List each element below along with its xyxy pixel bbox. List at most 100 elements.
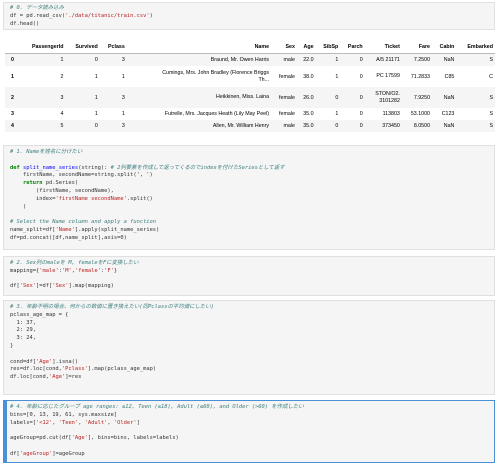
table-cell: 1	[94, 111, 98, 117]
comment: # 3. 年齢不明の場合、何からの数値に置き換えたい(同Pclassの平均値にし…	[10, 304, 214, 310]
dataframe-table: PassengerId Survived Pclass Name Sex Age SibSp…	[5, 40, 495, 132]
code-text: pclass_age_map = {	[10, 311, 69, 318]
table-cell: 0	[5, 53, 20, 66]
code-text: mapping={	[10, 267, 40, 274]
code-cell-0[interactable]: # 0. データ読み込み df = pd.read_csv('./data/ti…	[3, 2, 495, 30]
code-text: }	[10, 342, 14, 349]
column-header: Embarked	[456, 40, 495, 54]
code-text: ]=df[	[35, 283, 53, 290]
column-header: Ticket	[364, 40, 402, 54]
column-header: Name	[126, 40, 272, 54]
code-text: firstName, secondName=string.split(', ')	[10, 172, 153, 179]
cell-line: PC 17599	[376, 73, 400, 80]
ticket-cell: PC 17599	[365, 66, 402, 87]
function-name: split_name_series	[23, 164, 79, 171]
code-text: pd.Series(	[42, 180, 79, 187]
string: 'Age'	[71, 435, 88, 442]
column-header: Age	[296, 40, 316, 54]
table-cell: 5	[19, 120, 66, 132]
column-header: SibSp	[315, 40, 341, 54]
code-text: ].map(pclass_age_map)	[87, 366, 157, 373]
table-cell: 0	[315, 120, 341, 132]
comment: # 0. データ読み込み	[10, 5, 64, 11]
string: 'Pclass'	[61, 366, 88, 373]
code-text: ], bins=bins, labels=labels)	[87, 435, 179, 442]
comment: # 2列要素を作成して返ってくるのでindexを付けたSeriesとして返す	[110, 164, 285, 171]
table-cell: S	[456, 53, 495, 66]
table-cell: 1	[65, 87, 100, 108]
string: 'Age'	[35, 358, 53, 365]
code-text: df.loc[cond,	[10, 374, 49, 381]
ticket-cell: STON/O2. 3101282	[364, 87, 402, 108]
table-cell: 1	[315, 53, 341, 66]
code-cell-2[interactable]: # 2. Sex列のmaleを M, femaleをFに変換したい mappin…	[3, 256, 495, 296]
table-cell: 0	[359, 73, 363, 80]
string: 'Sex'	[52, 283, 69, 290]
table-cell: S	[456, 87, 495, 108]
table-cell: 0	[359, 111, 363, 117]
table-cell: 53.1000	[410, 111, 431, 117]
code-text: (firstName, secondName),	[10, 187, 114, 194]
cell-line: Allen, Mr. William Henry	[212, 122, 270, 129]
column-header	[5, 40, 20, 54]
table-cell: 0	[340, 53, 365, 66]
code-text: index=	[10, 195, 56, 202]
table-row: 3 4 1 1 Futrelle, Mrs. Jacques Heath (Lily M…	[5, 108, 495, 120]
string: 'Older'	[113, 419, 137, 426]
table-cell: 7.2500	[401, 53, 433, 66]
table-cell: 4	[5, 120, 20, 132]
string: 'Name'	[55, 226, 75, 233]
string: 'firstName secondName'	[55, 195, 127, 202]
table-cell: female	[279, 73, 295, 80]
table-cell: 38.0	[303, 73, 314, 80]
code-text: bins=[0, 13, 19, 61, sys.maxsize]	[10, 411, 118, 418]
code-text: ].apply(split_name_series)	[74, 226, 160, 233]
string: '<12'	[35, 419, 53, 426]
code-text: (string):	[78, 164, 108, 171]
code-text: cond=df[	[10, 358, 36, 365]
table-cell: male	[271, 120, 297, 132]
column-header: Pclass	[99, 40, 127, 54]
table-row: 2 3 1 3 Heikkinen, Miss. Laina female 26.0 0 0 ST…	[5, 87, 495, 108]
cell-line: 3101282	[379, 97, 400, 104]
string: 'Age'	[48, 374, 66, 381]
table-cell: 22.0	[296, 53, 316, 66]
cell-line: 113803	[382, 110, 400, 117]
table-cell: 1	[121, 111, 125, 117]
string: 'Sex'	[19, 283, 36, 290]
cell-line: Futrelle, Mrs. Jacques Heath (Lily May P…	[164, 110, 270, 117]
table-cell: female	[279, 111, 295, 117]
ticket-cell: 373450	[364, 120, 402, 132]
code-text: 1: 37,	[10, 319, 36, 326]
code-cell-4[interactable]: # 4. 年齢に応じたグループ age ranges: ≤12, Teen (≤…	[3, 400, 495, 463]
column-header: Sex	[271, 40, 297, 54]
comment: # Select the Name column and apply a fun…	[10, 219, 157, 226]
code-cell-3[interactable]: # 3. 年齢不明の場合、何からの数値に置き換えたい(同Pclassの平均値にし…	[3, 300, 495, 395]
column-header: Fare	[401, 40, 433, 54]
ticket-cell: 113803	[365, 108, 402, 120]
name-cell: Cumings, Mrs. John Bradley (Florence Bri…	[127, 66, 271, 87]
string: 'Teen'	[58, 419, 79, 426]
string: 'M'	[61, 267, 72, 274]
table-cell: NaN	[432, 87, 457, 108]
code-text: df[	[10, 283, 20, 290]
table-cell: 8.0500	[401, 120, 433, 132]
table-cell: 3	[11, 111, 14, 117]
cell-line: Heikkinen, Miss. Laina	[216, 94, 270, 101]
code-text: .split()	[126, 195, 153, 202]
column-header: PassengerId	[19, 40, 66, 54]
table-cell: NaN	[432, 120, 457, 132]
code-cell-1[interactable]: # 1. Nameを姓名に分けたい def split_name_series(…	[3, 145, 495, 250]
code-text: 3: 24,	[10, 335, 36, 342]
string: 'ageGroup'	[19, 450, 53, 457]
table-cell: C123	[441, 111, 455, 117]
comment: # 1. Nameを姓名に分けたい	[10, 149, 83, 155]
table-cell: C	[489, 73, 493, 80]
code-text: ageGroup=pd.cut(df[	[10, 435, 72, 442]
code-text: }	[113, 267, 118, 274]
string: 'F'	[104, 267, 114, 274]
table-row: 1 2 1 1 Cumings, Mrs. John Bradley (Florence…	[5, 66, 495, 87]
table-cell: S	[456, 120, 495, 132]
code-text: df[	[10, 450, 20, 457]
comment: # 2. Sex列のmaleを M, femaleをFに変換したい	[10, 260, 139, 266]
